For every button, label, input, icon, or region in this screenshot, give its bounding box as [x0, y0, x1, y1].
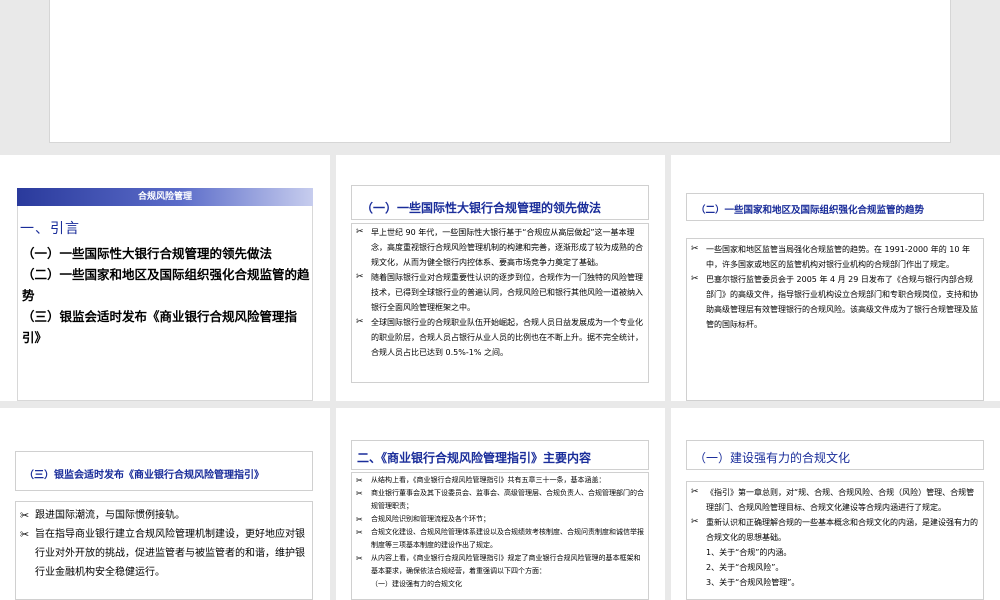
- bullet-list: ✂ 《指引》第一章总则，对“规、合规、合规风险、合规（风险）管理、合规管理部门、合…: [686, 481, 984, 600]
- bullet-item: ✂ 重新认识和正确理解合规的一些基本概念和合规文化的内涵，是建设强有力的合规文化的…: [691, 517, 978, 542]
- slide-thumbnail-1[interactable]: 合规风险管理 一、引言 （一）一些国际性大银行合规管理的领先做法 （二）一些国家…: [0, 155, 330, 401]
- outline-item: （二）一些国家和地区及国际组织强化合规监管的趋势: [22, 267, 310, 303]
- scissors-icon: ✂: [20, 528, 30, 541]
- numbered-item: 3、关于“合规风险管理”。: [706, 578, 800, 587]
- slide-title: （三）银监会适时发布《商业银行合规风险管理指引》: [15, 451, 313, 491]
- bullet-item: ✂ 合规风险识别和管理流程及各个环节；: [356, 515, 490, 524]
- slide-title: （一）建设强有力的合规文化: [686, 440, 984, 470]
- slide-title: （二）一些国家和地区及国际组织强化合规监管的趋势: [686, 193, 984, 221]
- scissors-icon: ✂: [691, 517, 699, 527]
- scissors-icon: ✂: [356, 227, 364, 237]
- sub-item: （一）建设强有力的合规文化: [371, 580, 462, 588]
- bullet-item: ✂ 跟进国际潮流，与国际惯例接轨。: [20, 506, 308, 525]
- slide-thumbnail-5[interactable]: 二、《商业银行合规风险管理指引》主要内容 ✂ 从结构上看，《商业银行合规风险管理指…: [336, 408, 665, 600]
- header-bar: 合规风险管理: [17, 188, 313, 206]
- scissors-icon: ✂: [356, 272, 364, 282]
- slide-thumbnail-2[interactable]: （一）一些国际性大银行合规管理的领先做法 ✂ 早上世纪 90 年代，一些国际性大银…: [336, 155, 665, 401]
- bullet-item: ✂ 一些国家和地区监管当局强化合规监管的趋势。在 1991-2000 年的 10 …: [691, 244, 970, 269]
- bullet-list: ✂ 从结构上看，《商业银行合规风险管理指引》共有五章三十一条，基本涵盖： ✂ 商业银…: [351, 472, 649, 600]
- bullet-item: ✂ 《指引》第一章总则，对“规、合规、合规风险、合规（风险）管理、合规管理部门、合…: [691, 487, 975, 512]
- slide-title: （一）一些国际性大银行合规管理的领先做法: [351, 185, 649, 220]
- slide-thumbnail-3[interactable]: （二）一些国家和地区及国际组织强化合规监管的趋势 ✂ 一些国家和地区监管当局强化合…: [671, 155, 1000, 401]
- scissors-icon: ✂: [20, 509, 30, 522]
- bullet-item: ✂ 旨在指导商业银行建立合规风险管理机制建设，更好地应对银行业对外开放的挑战，促进…: [20, 525, 308, 582]
- bullet-item: ✂ 从结构上看，《商业银行合规风险管理指引》共有五章三十一条，基本涵盖：: [356, 476, 606, 485]
- bullet-item: ✂ 全球国际银行业的合规职业队伍开始崛起，合规人员日益发展成为一个专业化的职业阶层…: [356, 317, 643, 357]
- outline-item: （三）银监会适时发布《商业银行合规风险管理指引》: [22, 309, 298, 345]
- bullet-item: ✂ 随着国际银行业对合规重要性认识的逐步到位，合规作为一门独特的风险管理技术，已得…: [356, 272, 643, 312]
- bullet-item: ✂ 从内容上看，《商业银行合规风险管理指引》规定了商业银行合规风险管理的基本框架和…: [356, 554, 641, 575]
- outline-list: （一）一些国际性大银行合规管理的领先做法 （二）一些国家和地区及国际组织强化合规…: [22, 243, 312, 348]
- bullet-item: ✂ 合规文化建设、合规风险管理体系建设以及合规绩效考核制度、合规问责制度和诚信举报…: [356, 528, 644, 549]
- bullet-item: ✂ 早上世纪 90 年代，一些国际性大银行基于“合规应从高层做起”这一基本理念，高…: [356, 227, 643, 267]
- slide-title: 二、《商业银行合规风险管理指引》主要内容: [351, 440, 649, 470]
- bullet-list: ✂ 跟进国际潮流，与国际惯例接轨。 ✂ 旨在指导商业银行建立合规风险管理机制建设，更…: [15, 501, 313, 600]
- slide-thumbnail-4[interactable]: （三）银监会适时发布《商业银行合规风险管理指引》 ✂ 跟进国际潮流，与国际惯例接轨…: [0, 408, 330, 600]
- numbered-item: 2、关于“合规风险”。: [706, 563, 784, 572]
- scissors-icon: ✂: [691, 244, 699, 254]
- previous-slide-thumbnail[interactable]: [49, 0, 951, 143]
- bullet-item: ✂ 商业银行董事会及其下设委员会、监事会、高级管理层、合规负责人、合规管理部门的合…: [356, 489, 644, 510]
- scissors-icon: ✂: [356, 528, 363, 537]
- bullet-list: ✂ 一些国家和地区监管当局强化合规监管的趋势。在 1991-2000 年的 10 …: [686, 238, 984, 401]
- outline-item: （一）一些国际性大银行合规管理的领先做法: [22, 246, 273, 261]
- scissors-icon: ✂: [691, 274, 699, 284]
- scissors-icon: ✂: [691, 487, 699, 497]
- numbered-item: 1、关于“合规”的内涵。: [706, 548, 792, 557]
- bullet-item: ✂ 巴塞尔银行监管委员会于 2005 年 4 月 29 日发布了《合规与银行内部合…: [691, 274, 978, 329]
- scissors-icon: ✂: [356, 317, 364, 327]
- scissors-icon: ✂: [356, 476, 363, 485]
- scissors-icon: ✂: [356, 489, 363, 498]
- scissors-icon: ✂: [356, 515, 363, 524]
- slide-thumbnail-6[interactable]: （一）建设强有力的合规文化 ✂ 《指引》第一章总则，对“规、合规、合规风险、合规（…: [671, 408, 1000, 600]
- scissors-icon: ✂: [356, 554, 363, 563]
- bullet-list: ✂ 早上世纪 90 年代，一些国际性大银行基于“合规应从高层做起”这一基本理念，高…: [351, 223, 649, 383]
- intro-title: 一、引言: [20, 221, 80, 237]
